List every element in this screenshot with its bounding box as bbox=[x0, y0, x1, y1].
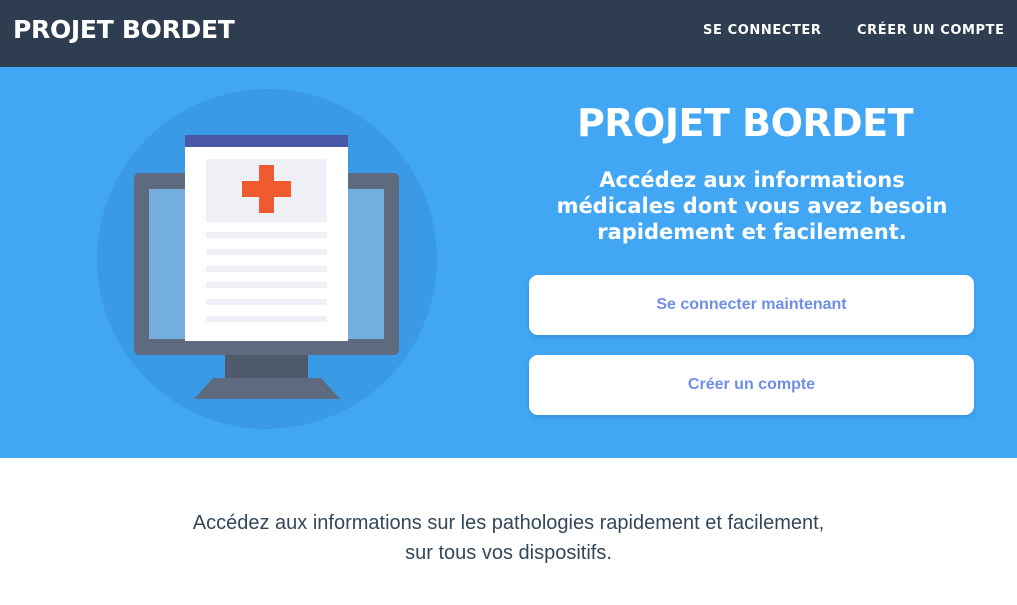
hero-subtitle-line: rapidement et facilement. bbox=[597, 220, 907, 244]
top-navbar: PROJET BORDET SE CONNECTER CRÉER UN COMP… bbox=[0, 0, 1017, 67]
monitor-neck bbox=[225, 355, 308, 378]
login-now-button[interactable]: Se connecter maintenant bbox=[529, 275, 974, 335]
nav-signup-link[interactable]: CRÉER UN COMPTE bbox=[857, 23, 1005, 38]
nav-login-link[interactable]: SE CONNECTER bbox=[703, 23, 822, 38]
hero-subtitle-line: médicales dont vous avez besoin bbox=[556, 194, 948, 218]
intro-text-line: sur tous vos dispositifs. bbox=[405, 542, 612, 564]
hero-subtitle: Accédez aux informations médicales dont … bbox=[530, 167, 974, 245]
hero-title: PROJET BORDET bbox=[576, 101, 914, 145]
create-account-button[interactable]: Créer un compte bbox=[529, 355, 974, 415]
brand-logo-link[interactable]: PROJET BORDET bbox=[13, 15, 235, 44]
document-header-bar bbox=[185, 135, 348, 147]
monitor-stand bbox=[194, 378, 340, 399]
hero-subtitle-line: Accédez aux informations bbox=[599, 168, 905, 192]
computer-medical-document-icon bbox=[97, 89, 437, 429]
intro-text-line: Accédez aux informations sur les patholo… bbox=[192, 512, 825, 534]
intro-section: Accédez aux informations sur les patholo… bbox=[0, 508, 1017, 568]
hero-section: PROJET BORDET Accédez aux informations m… bbox=[0, 67, 1017, 458]
